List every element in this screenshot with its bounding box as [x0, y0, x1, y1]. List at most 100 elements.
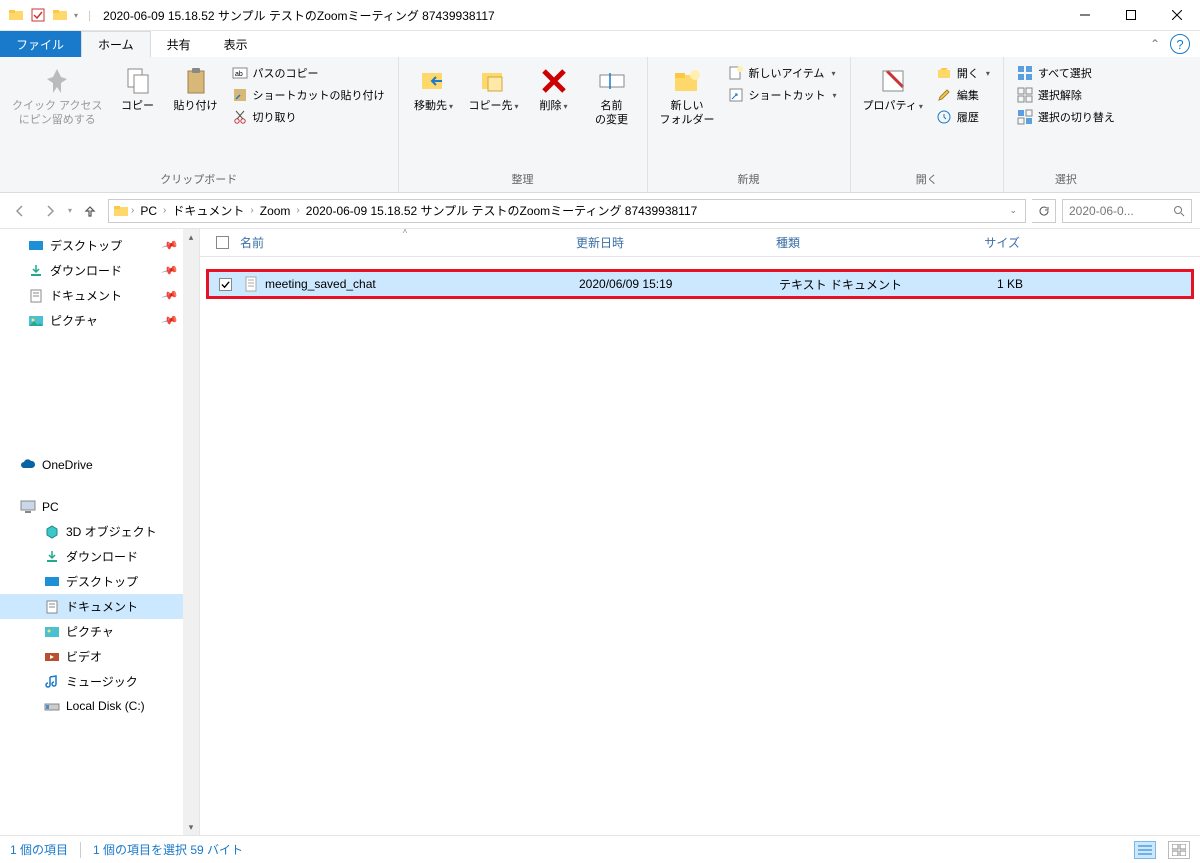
select-all-icon [1017, 65, 1033, 81]
music-icon [44, 674, 60, 690]
file-modified: 2020/06/09 15:19 [579, 277, 779, 291]
paste-shortcut-button[interactable]: ショートカットの貼り付け [229, 85, 388, 105]
copy-to-icon [478, 65, 510, 97]
history-button[interactable]: 履歴 [933, 107, 993, 127]
forward-button[interactable] [38, 199, 62, 223]
new-item-button[interactable]: 新しいアイテム▾ [725, 63, 840, 83]
delete-icon [538, 65, 570, 97]
new-folder-button[interactable]: 新しいフォルダー [654, 61, 721, 132]
move-to-button[interactable]: 移動先▾ [405, 61, 463, 117]
sidebar-downloads[interactable]: ダウンロード📌 [0, 258, 199, 283]
search-input[interactable]: 2020-06-0... [1062, 199, 1192, 223]
sidebar-pc-pictures[interactable]: ピクチャ [0, 619, 199, 644]
ribbon-tabs: ファイル ホーム 共有 表示 ⌃ ? [0, 31, 1200, 57]
tab-home[interactable]: ホーム [81, 31, 151, 57]
file-list-pane: 名前 更新日時 種類 サイズ ˄ meeting_saved_chat 2020… [200, 229, 1200, 835]
highlighted-file-annotation: meeting_saved_chat 2020/06/09 15:19 テキスト… [206, 269, 1194, 299]
sidebar-documents[interactable]: ドキュメント📌 [0, 283, 199, 308]
group-label-open: 開く [857, 168, 997, 192]
breadcrumb[interactable]: › PC› ドキュメント› Zoom› 2020-06-09 15.18.52 … [108, 199, 1026, 223]
group-label-new: 新規 [654, 168, 844, 192]
sidebar-pictures[interactable]: ピクチャ📌 [0, 308, 199, 333]
scroll-down-icon[interactable]: ▾ [183, 819, 199, 835]
scissors-icon [232, 109, 248, 125]
recent-dropdown-icon[interactable]: ▾ [68, 206, 72, 215]
select-all-checkbox[interactable] [216, 236, 229, 249]
sidebar-pc-videos[interactable]: ビデオ [0, 644, 199, 669]
new-folder-icon [671, 65, 703, 97]
copy-path-button[interactable]: abパスのコピー [229, 63, 388, 83]
breadcrumb-documents[interactable]: ドキュメント [168, 202, 248, 219]
maximize-button[interactable] [1108, 0, 1154, 31]
search-icon [1173, 205, 1185, 217]
new-shortcut-button[interactable]: ショートカット▾ [725, 85, 840, 105]
collapse-ribbon-icon[interactable]: ⌃ [1150, 37, 1160, 51]
breadcrumb-zoom[interactable]: Zoom [256, 204, 295, 218]
column-header: 名前 更新日時 種類 サイズ [200, 229, 1200, 257]
qat-dropdown-icon[interactable]: ▾ [74, 11, 78, 20]
refresh-button[interactable] [1032, 199, 1056, 223]
pin-icon [41, 65, 73, 97]
paste-icon [180, 65, 212, 97]
rename-button[interactable]: 名前の変更 [583, 61, 641, 132]
file-size: 1 KB [939, 277, 1039, 291]
breadcrumb-folder[interactable]: 2020-06-09 15.18.52 サンプル テストのZoomミーティング … [302, 202, 702, 219]
copy-to-button[interactable]: コピー先▾ [463, 61, 525, 117]
breadcrumb-pc[interactable]: PC [136, 204, 161, 218]
close-button[interactable] [1154, 0, 1200, 31]
sidebar-pc-downloads[interactable]: ダウンロード [0, 544, 199, 569]
column-size[interactable]: サイズ [936, 234, 1036, 251]
disk-icon [44, 698, 60, 714]
properties-button[interactable]: プロパティ▾ [857, 61, 929, 117]
navigation-pane: デスクトップ📌 ダウンロード📌 ドキュメント📌 ピクチャ📌 OneDrive P… [0, 229, 200, 835]
ribbon: クイック アクセスにピン留めする コピー 貼り付け abパスのコピー ショートカ… [0, 57, 1200, 193]
cut-button[interactable]: 切り取り [229, 107, 388, 127]
column-modified[interactable]: 更新日時 [576, 234, 776, 251]
scroll-up-icon[interactable]: ▴ [183, 229, 199, 245]
properties-icon [877, 65, 909, 97]
tab-share[interactable]: 共有 [151, 31, 208, 57]
file-row[interactable]: meeting_saved_chat 2020/06/09 15:19 テキスト… [209, 272, 1191, 296]
file-checkbox[interactable] [219, 278, 232, 291]
tab-file[interactable]: ファイル [0, 31, 81, 57]
paste-button[interactable]: 貼り付け [167, 61, 225, 117]
tab-view[interactable]: 表示 [208, 31, 265, 57]
details-view-button[interactable] [1134, 841, 1156, 859]
delete-button[interactable]: 削除▾ [525, 61, 583, 117]
thumbnails-view-button[interactable] [1168, 841, 1190, 859]
file-name: meeting_saved_chat [265, 277, 376, 291]
history-icon [936, 109, 952, 125]
up-button[interactable] [78, 199, 102, 223]
column-type[interactable]: 種類 [776, 234, 936, 251]
help-icon[interactable]: ? [1170, 34, 1190, 54]
sidebar-local-disk[interactable]: Local Disk (C:) [0, 694, 199, 718]
sidebar-3d-objects[interactable]: 3D オブジェクト [0, 519, 199, 544]
open-button[interactable]: 開く▾ [933, 63, 993, 83]
desktop-icon [28, 238, 44, 254]
invert-selection-button[interactable]: 選択の切り替え [1014, 107, 1118, 127]
select-none-button[interactable]: 選択解除 [1014, 85, 1118, 105]
qat-checkbox-icon[interactable] [30, 7, 46, 23]
address-dropdown-icon[interactable]: ⌄ [1005, 205, 1021, 216]
move-icon [418, 65, 450, 97]
select-all-button[interactable]: すべて選択 [1014, 63, 1118, 83]
sidebar-pc[interactable]: PC [0, 495, 199, 519]
back-button[interactable] [8, 199, 32, 223]
pin-quick-access-button[interactable]: クイック アクセスにピン留めする [6, 61, 109, 132]
document-icon [28, 288, 44, 304]
sidebar-pc-music[interactable]: ミュージック [0, 669, 199, 694]
sidebar-pc-desktop[interactable]: デスクトップ [0, 569, 199, 594]
minimize-button[interactable] [1062, 0, 1108, 31]
sidebar-desktop[interactable]: デスクトップ📌 [0, 233, 199, 258]
copy-button[interactable]: コピー [109, 61, 167, 117]
file-type: テキスト ドキュメント [779, 276, 939, 293]
cube-icon [44, 524, 60, 540]
invert-icon [1017, 109, 1033, 125]
sidebar-onedrive[interactable]: OneDrive [0, 453, 199, 477]
column-name[interactable]: 名前 [236, 234, 576, 251]
sidebar-scrollbar[interactable]: ▴ ▾ [183, 229, 199, 835]
edit-button[interactable]: 編集 [933, 85, 993, 105]
group-label-select: 選択 [1010, 168, 1122, 192]
pc-icon [20, 499, 36, 515]
sidebar-pc-documents[interactable]: ドキュメント [0, 594, 199, 619]
